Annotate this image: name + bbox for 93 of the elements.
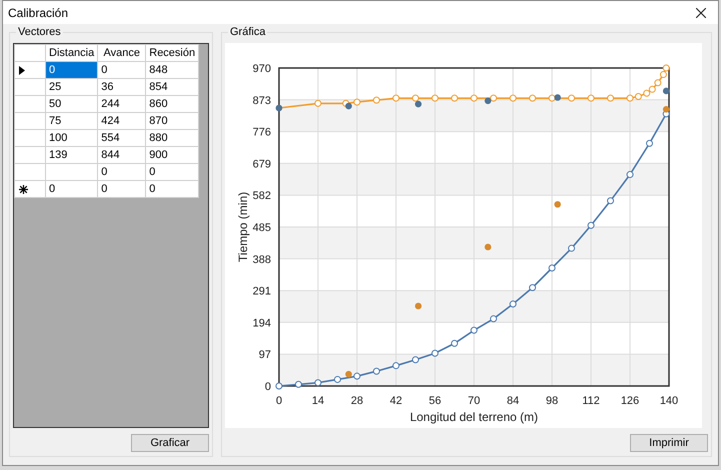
data-point	[568, 94, 575, 102]
table-cell[interactable]: 100	[46, 130, 98, 146]
corner-header	[14, 44, 46, 62]
data-point	[510, 300, 516, 308]
table-cell[interactable]: 870	[146, 112, 199, 130]
data-point	[295, 380, 302, 388]
table-cell[interactable]: 75	[46, 112, 98, 130]
table-cell[interactable]: 0	[46, 62, 98, 78]
data-point	[607, 197, 614, 204]
data-point	[588, 94, 594, 102]
data-point	[451, 94, 458, 102]
x-tick-label: 112	[582, 395, 600, 407]
print-button[interactable]: Imprimir	[630, 434, 708, 452]
data-point	[470, 326, 478, 334]
y-tick-label: 291	[252, 286, 271, 298]
table-cell[interactable]: 554	[98, 130, 146, 146]
data-point	[392, 94, 400, 102]
data-point	[451, 340, 458, 347]
data-point	[529, 284, 536, 292]
row-header[interactable]	[14, 62, 46, 78]
column-header[interactable]: Avance	[98, 44, 146, 62]
data-point	[548, 264, 556, 272]
data-point	[510, 94, 516, 102]
table-cell[interactable]: 36	[98, 78, 146, 96]
y-axis-title: Tiempo (min)	[236, 192, 250, 262]
x-tick-label: 0	[276, 395, 282, 407]
data-point	[646, 140, 653, 147]
data-point	[626, 171, 634, 178]
y-tick-label: 485	[252, 222, 271, 234]
table-cell[interactable]: 880	[146, 130, 199, 146]
data-point	[373, 368, 380, 375]
y-tick-label: 582	[252, 190, 271, 202]
table-cell[interactable]: 844	[98, 146, 146, 164]
close-icon	[696, 8, 706, 18]
x-tick-label: 126	[620, 395, 640, 407]
data-point	[432, 350, 438, 357]
x-tick-label: 140	[660, 395, 678, 407]
data-point	[314, 379, 322, 386]
data-point	[529, 94, 536, 102]
table-cell[interactable]: 0	[98, 164, 146, 180]
x-tick-label: 98	[546, 395, 558, 407]
y-tick-label: 873	[252, 94, 271, 107]
table-cell[interactable]: 0	[98, 180, 146, 198]
table-cell[interactable]: 0	[146, 180, 199, 198]
data-point	[276, 382, 282, 390]
table-cell[interactable]: 854	[146, 78, 199, 96]
y-tick-label: 97	[258, 349, 271, 362]
data-point	[314, 100, 322, 107]
table-cell[interactable]: 0	[98, 62, 146, 78]
x-tick-label: 70	[468, 395, 480, 407]
data-point	[354, 372, 360, 380]
table-cell[interactable]: 424	[98, 112, 146, 130]
x-axis-title: Longitud del terreno (m)	[410, 410, 538, 424]
table-cell[interactable]: 139	[46, 146, 98, 164]
table-cell[interactable]: 848	[146, 62, 199, 78]
plot-button[interactable]: Graficar	[131, 434, 209, 452]
table-cell[interactable]: 25	[46, 78, 98, 96]
x-tick-label: 42	[390, 395, 402, 407]
y-tick-label: 776	[252, 126, 271, 139]
y-tick-label: 388	[252, 254, 271, 266]
x-tick-label: 14	[312, 395, 324, 407]
group-title: Gráfica	[228, 26, 268, 38]
data-point	[354, 98, 360, 106]
x-tick-label: 56	[428, 395, 442, 407]
table-cell[interactable]	[46, 164, 98, 180]
data-point	[568, 244, 575, 252]
table-cell[interactable]: 0	[146, 164, 199, 180]
table-cell[interactable]: 50	[46, 96, 98, 112]
y-tick-label: 679	[252, 158, 271, 170]
data-point	[432, 94, 438, 102]
table-cell[interactable]: 900	[146, 146, 199, 164]
table-cell[interactable]: 860	[146, 96, 199, 112]
table-cell[interactable]: 244	[98, 96, 146, 112]
group-title: Vectores	[16, 26, 63, 38]
data-point	[490, 315, 497, 322]
x-tick-label: 84	[506, 395, 520, 407]
y-tick-label: 0	[264, 381, 271, 393]
data-point	[588, 222, 594, 229]
data-point	[470, 94, 478, 102]
table-cell[interactable]: 0	[46, 180, 98, 198]
y-tick-label: 970	[252, 63, 271, 75]
data-point	[373, 96, 380, 104]
y-tick-label: 194	[252, 317, 271, 330]
data-point	[490, 94, 497, 102]
x-tick-label: 28	[350, 395, 364, 407]
row-header[interactable]	[14, 180, 46, 198]
column-header[interactable]: Recesión	[146, 44, 199, 62]
window-title: Calibración	[8, 6, 68, 20]
data-point	[607, 94, 614, 102]
data-point	[392, 362, 400, 370]
data-point	[548, 94, 556, 102]
data-point	[412, 94, 419, 102]
data-point	[412, 356, 419, 364]
